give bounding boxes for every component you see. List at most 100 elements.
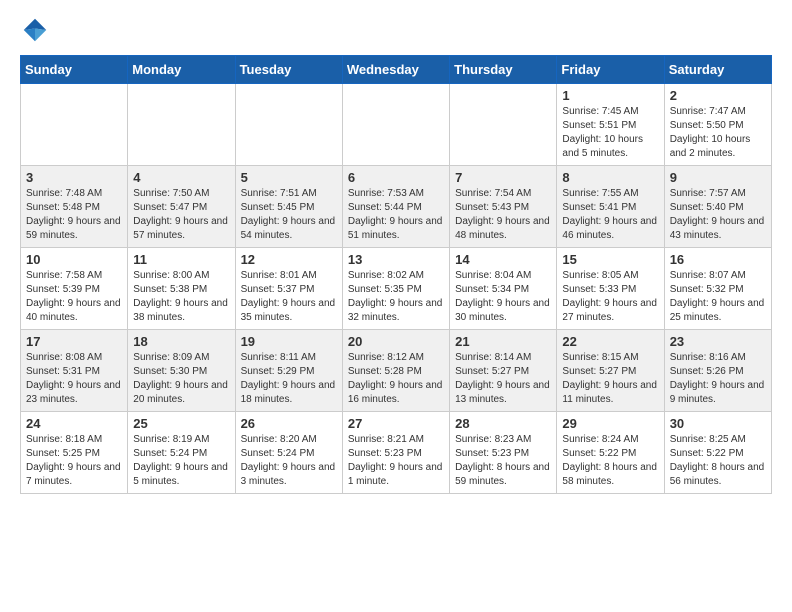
day-number: 1 bbox=[562, 88, 658, 103]
week-row-5: 24Sunrise: 8:18 AM Sunset: 5:25 PM Dayli… bbox=[21, 412, 772, 494]
weekday-header-wednesday: Wednesday bbox=[342, 56, 449, 84]
day-cell-19: 19 Sunrise: 8:11 AM Sunset: 5:29 PM Dayli… bbox=[235, 330, 342, 412]
day-info: Sunrise: 8:20 AM Sunset: 5:24 PM Dayligh… bbox=[241, 433, 337, 489]
logo-icon bbox=[20, 15, 50, 45]
day-info: Sunrise: 8:18 AM Sunset: 5:25 PM Dayligh… bbox=[26, 433, 122, 489]
day-number: 20 bbox=[348, 334, 444, 349]
day-number: 10 bbox=[26, 252, 122, 267]
day-cell-27: 27 Sunrise: 8:21 AM Sunset: 5:23 PM Dayli… bbox=[342, 412, 449, 494]
day-info: Sunrise: 8:21 AM Sunset: 5:23 PM Dayligh… bbox=[348, 433, 444, 489]
day-cell-17: 17 Sunrise: 8:08 AM Sunset: 5:31 PM Dayli… bbox=[21, 330, 128, 412]
header bbox=[20, 15, 772, 45]
day-info: Sunrise: 8:23 AM Sunset: 5:23 PM Dayligh… bbox=[455, 433, 551, 489]
week-row-1: 1 Sunrise: 7:45 AM Sunset: 5:51 PM Daylig… bbox=[21, 84, 772, 166]
day-number: 11 bbox=[133, 252, 229, 267]
day-number: 30 bbox=[670, 416, 766, 431]
calendar-table: SundayMondayTuesdayWednesdayThursdayFrid… bbox=[20, 55, 772, 494]
day-info: Sunrise: 7:57 AM Sunset: 5:40 PM Dayligh… bbox=[670, 187, 766, 243]
day-info: Sunrise: 7:54 AM Sunset: 5:43 PM Dayligh… bbox=[455, 187, 551, 243]
day-cell-18: 18Sunrise: 8:09 AM Sunset: 5:30 PM Dayli… bbox=[128, 330, 235, 412]
day-info: Sunrise: 8:02 AM Sunset: 5:35 PM Dayligh… bbox=[348, 269, 444, 325]
day-info: Sunrise: 8:01 AM Sunset: 5:37 PM Dayligh… bbox=[241, 269, 337, 325]
day-number: 3 bbox=[26, 170, 122, 185]
day-number: 5 bbox=[241, 170, 337, 185]
day-cell-28: 28 Sunrise: 8:23 AM Sunset: 5:23 PM Dayli… bbox=[450, 412, 557, 494]
empty-cell bbox=[235, 84, 342, 166]
day-cell-25: 25 Sunrise: 8:19 AM Sunset: 5:24 PM Dayli… bbox=[128, 412, 235, 494]
day-number: 9 bbox=[670, 170, 766, 185]
day-number: 17 bbox=[26, 334, 122, 349]
empty-cell bbox=[450, 84, 557, 166]
day-info: Sunrise: 7:48 AM Sunset: 5:48 PM Dayligh… bbox=[26, 187, 122, 243]
day-info: Sunrise: 8:15 AM Sunset: 5:27 PM Dayligh… bbox=[562, 351, 658, 407]
day-cell-8: 8Sunrise: 7:55 AM Sunset: 5:41 PM Daylig… bbox=[557, 166, 664, 248]
day-number: 15 bbox=[562, 252, 658, 267]
day-info: Sunrise: 8:11 AM Sunset: 5:29 PM Dayligh… bbox=[241, 351, 337, 407]
day-number: 27 bbox=[348, 416, 444, 431]
day-number: 12 bbox=[241, 252, 337, 267]
day-info: Sunrise: 8:24 AM Sunset: 5:22 PM Dayligh… bbox=[562, 433, 658, 489]
day-cell-6: 6 Sunrise: 7:53 AM Sunset: 5:44 PM Daylig… bbox=[342, 166, 449, 248]
week-row-3: 10Sunrise: 7:58 AM Sunset: 5:39 PM Dayli… bbox=[21, 248, 772, 330]
weekday-header-thursday: Thursday bbox=[450, 56, 557, 84]
day-info: Sunrise: 8:05 AM Sunset: 5:33 PM Dayligh… bbox=[562, 269, 658, 325]
day-info: Sunrise: 8:12 AM Sunset: 5:28 PM Dayligh… bbox=[348, 351, 444, 407]
day-cell-1: 1 Sunrise: 7:45 AM Sunset: 5:51 PM Daylig… bbox=[557, 84, 664, 166]
day-info: Sunrise: 7:55 AM Sunset: 5:41 PM Dayligh… bbox=[562, 187, 658, 243]
day-info: Sunrise: 8:16 AM Sunset: 5:26 PM Dayligh… bbox=[670, 351, 766, 407]
day-info: Sunrise: 8:19 AM Sunset: 5:24 PM Dayligh… bbox=[133, 433, 229, 489]
day-cell-14: 14 Sunrise: 8:04 AM Sunset: 5:34 PM Dayli… bbox=[450, 248, 557, 330]
day-cell-11: 11 Sunrise: 8:00 AM Sunset: 5:38 PM Dayli… bbox=[128, 248, 235, 330]
day-number: 29 bbox=[562, 416, 658, 431]
day-info: Sunrise: 8:04 AM Sunset: 5:34 PM Dayligh… bbox=[455, 269, 551, 325]
day-number: 26 bbox=[241, 416, 337, 431]
weekday-header-friday: Friday bbox=[557, 56, 664, 84]
day-number: 22 bbox=[562, 334, 658, 349]
day-info: Sunrise: 8:14 AM Sunset: 5:27 PM Dayligh… bbox=[455, 351, 551, 407]
day-info: Sunrise: 7:47 AM Sunset: 5:50 PM Dayligh… bbox=[670, 105, 766, 161]
day-info: Sunrise: 8:09 AM Sunset: 5:30 PM Dayligh… bbox=[133, 351, 229, 407]
day-cell-7: 7Sunrise: 7:54 AM Sunset: 5:43 PM Daylig… bbox=[450, 166, 557, 248]
day-number: 19 bbox=[241, 334, 337, 349]
day-cell-16: 16Sunrise: 8:07 AM Sunset: 5:32 PM Dayli… bbox=[664, 248, 771, 330]
day-info: Sunrise: 7:53 AM Sunset: 5:44 PM Dayligh… bbox=[348, 187, 444, 243]
day-info: Sunrise: 8:25 AM Sunset: 5:22 PM Dayligh… bbox=[670, 433, 766, 489]
empty-cell bbox=[128, 84, 235, 166]
page: SundayMondayTuesdayWednesdayThursdayFrid… bbox=[0, 0, 792, 509]
day-info: Sunrise: 7:50 AM Sunset: 5:47 PM Dayligh… bbox=[133, 187, 229, 243]
day-cell-24: 24Sunrise: 8:18 AM Sunset: 5:25 PM Dayli… bbox=[21, 412, 128, 494]
week-row-4: 17 Sunrise: 8:08 AM Sunset: 5:31 PM Dayli… bbox=[21, 330, 772, 412]
day-number: 23 bbox=[670, 334, 766, 349]
day-cell-21: 21 Sunrise: 8:14 AM Sunset: 5:27 PM Dayli… bbox=[450, 330, 557, 412]
day-cell-26: 26 Sunrise: 8:20 AM Sunset: 5:24 PM Dayli… bbox=[235, 412, 342, 494]
day-cell-13: 13 Sunrise: 8:02 AM Sunset: 5:35 PM Dayli… bbox=[342, 248, 449, 330]
day-cell-2: 2 Sunrise: 7:47 AM Sunset: 5:50 PM Daylig… bbox=[664, 84, 771, 166]
day-cell-20: 20 Sunrise: 8:12 AM Sunset: 5:28 PM Dayli… bbox=[342, 330, 449, 412]
day-number: 28 bbox=[455, 416, 551, 431]
day-cell-29: 29 Sunrise: 8:24 AM Sunset: 5:22 PM Dayli… bbox=[557, 412, 664, 494]
weekday-header-saturday: Saturday bbox=[664, 56, 771, 84]
logo bbox=[20, 15, 55, 45]
day-cell-30: 30 Sunrise: 8:25 AM Sunset: 5:22 PM Dayli… bbox=[664, 412, 771, 494]
day-info: Sunrise: 8:08 AM Sunset: 5:31 PM Dayligh… bbox=[26, 351, 122, 407]
day-number: 21 bbox=[455, 334, 551, 349]
day-number: 6 bbox=[348, 170, 444, 185]
day-number: 13 bbox=[348, 252, 444, 267]
day-cell-15: 15 Sunrise: 8:05 AM Sunset: 5:33 PM Dayli… bbox=[557, 248, 664, 330]
weekday-header-sunday: Sunday bbox=[21, 56, 128, 84]
day-cell-4: 4Sunrise: 7:50 AM Sunset: 5:47 PM Daylig… bbox=[128, 166, 235, 248]
day-number: 25 bbox=[133, 416, 229, 431]
day-info: Sunrise: 7:45 AM Sunset: 5:51 PM Dayligh… bbox=[562, 105, 658, 161]
week-row-2: 3 Sunrise: 7:48 AM Sunset: 5:48 PM Daylig… bbox=[21, 166, 772, 248]
day-cell-9: 9 Sunrise: 7:57 AM Sunset: 5:40 PM Daylig… bbox=[664, 166, 771, 248]
day-info: Sunrise: 8:07 AM Sunset: 5:32 PM Dayligh… bbox=[670, 269, 766, 325]
day-cell-23: 23 Sunrise: 8:16 AM Sunset: 5:26 PM Dayli… bbox=[664, 330, 771, 412]
day-number: 14 bbox=[455, 252, 551, 267]
day-number: 2 bbox=[670, 88, 766, 103]
day-cell-22: 22 Sunrise: 8:15 AM Sunset: 5:27 PM Dayli… bbox=[557, 330, 664, 412]
day-info: Sunrise: 7:51 AM Sunset: 5:45 PM Dayligh… bbox=[241, 187, 337, 243]
weekday-header-monday: Monday bbox=[128, 56, 235, 84]
empty-cell bbox=[342, 84, 449, 166]
day-info: Sunrise: 8:00 AM Sunset: 5:38 PM Dayligh… bbox=[133, 269, 229, 325]
day-cell-3: 3 Sunrise: 7:48 AM Sunset: 5:48 PM Daylig… bbox=[21, 166, 128, 248]
